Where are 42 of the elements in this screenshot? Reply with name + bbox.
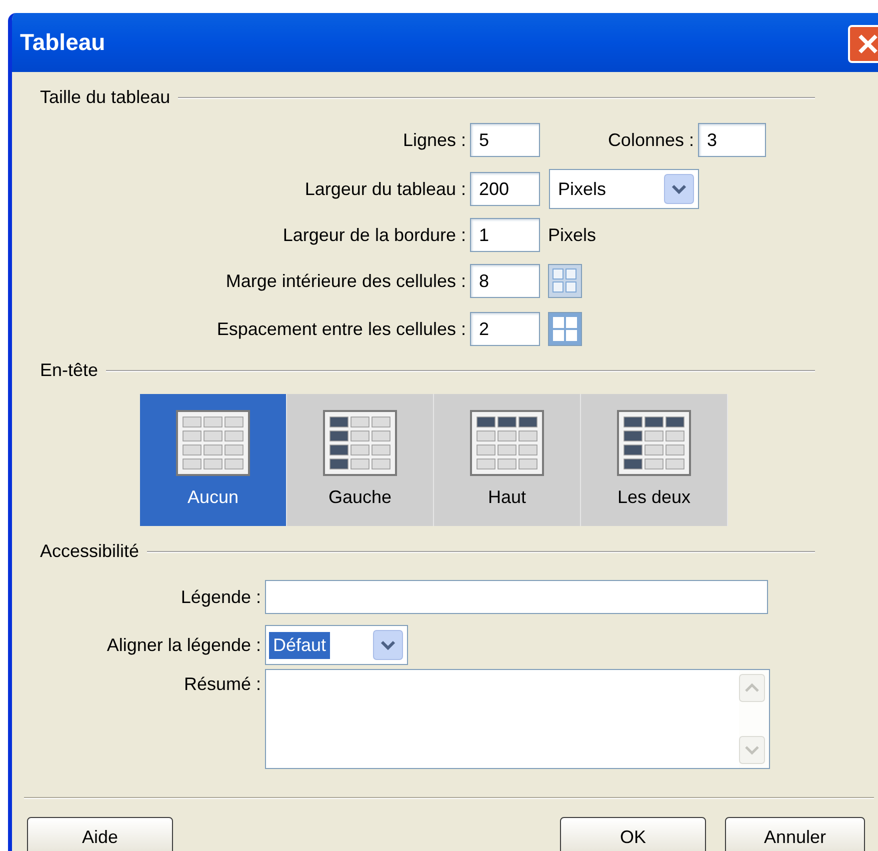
summary-textarea[interactable] — [265, 669, 770, 769]
close-button[interactable] — [848, 24, 878, 62]
text-field[interactable]: 200 — [470, 172, 540, 206]
unit-dropdown[interactable]: Pixels — [549, 169, 699, 209]
dialog-button[interactable]: OK — [560, 817, 706, 851]
dialog-button[interactable]: Aide — [27, 817, 173, 851]
scrollbar[interactable] — [739, 670, 769, 768]
field-label: Espacement entre les cellules : — [216, 318, 467, 341]
table-icon — [617, 410, 691, 476]
text-field[interactable]: 5 — [470, 123, 540, 157]
cell-grid-icon[interactable] — [548, 264, 582, 298]
align-dropdown[interactable]: Défaut — [265, 625, 408, 665]
close-icon[interactable] — [857, 32, 878, 54]
text-field[interactable]: 3 — [698, 123, 766, 157]
section-title: En-tête — [40, 359, 98, 382]
dialog-button[interactable]: Annuler — [725, 817, 865, 851]
table-icon — [470, 410, 544, 476]
table-icon — [323, 410, 397, 476]
table-icon — [176, 410, 250, 476]
window-title: Tableau — [20, 28, 106, 58]
cell-grid-icon[interactable] — [548, 312, 582, 346]
field-label: Résumé : — [182, 673, 262, 696]
section-title: Accessibilité — [40, 540, 140, 563]
field-label: Lignes : — [402, 128, 467, 152]
header-option[interactable]: Gauche — [287, 394, 434, 526]
field-label: Légende : — [180, 586, 262, 609]
unit-label: Pixels — [548, 224, 596, 246]
field-label: Colonnes : — [606, 128, 695, 152]
text-field[interactable]: 1 — [470, 218, 540, 252]
field-label: Aligner la légende : — [106, 634, 262, 657]
header-option[interactable]: Aucun — [140, 394, 287, 526]
scroll-up-icon[interactable] — [739, 674, 765, 702]
field-label: Marge intérieure des cellules : — [224, 270, 467, 293]
caption-field[interactable] — [265, 580, 768, 614]
text-field[interactable]: 2 — [470, 312, 540, 346]
scroll-down-icon[interactable] — [739, 736, 765, 764]
header-option[interactable]: Haut — [434, 394, 581, 526]
text-field[interactable]: 8 — [470, 264, 540, 298]
header-option[interactable]: Les deux — [581, 394, 728, 526]
field-label: Largeur du tableau : — [304, 178, 467, 201]
section-title: Taille du tableau — [40, 86, 170, 109]
field-label: Largeur de la bordure : — [282, 224, 467, 247]
